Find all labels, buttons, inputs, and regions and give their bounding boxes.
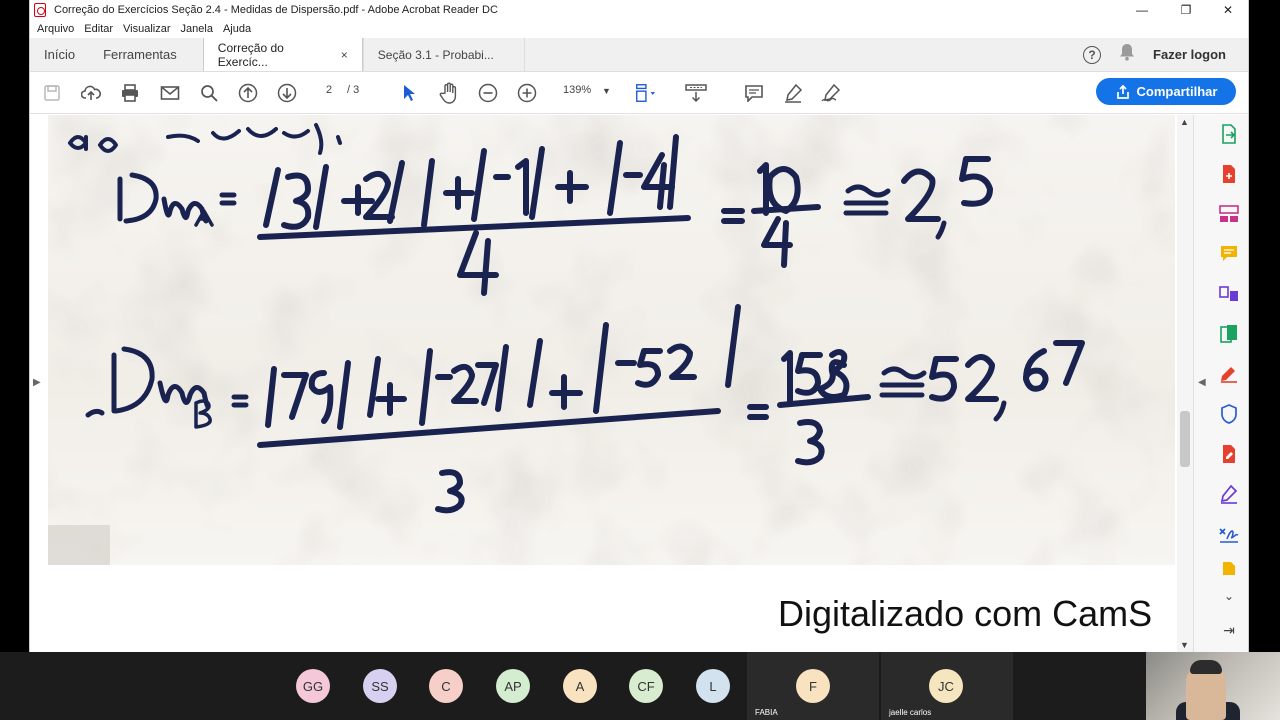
- doc-tab-active[interactable]: Correção do Exercíc... ×: [202, 38, 363, 71]
- scanned-handwritten-image: [48, 115, 1175, 565]
- page-total: / 3: [347, 84, 360, 96]
- acrobat-window: Correção do Exercícios Seção 2.4 - Medid…: [29, 0, 1249, 652]
- fill-sign-icon[interactable]: [820, 82, 842, 104]
- help-icon[interactable]: ?: [1083, 45, 1102, 64]
- search-icon[interactable]: [198, 82, 220, 104]
- avatar: C: [429, 669, 463, 703]
- zoom-in-icon[interactable]: [516, 82, 538, 104]
- combine-files-icon[interactable]: [1218, 283, 1240, 305]
- page-number-input[interactable]: 2: [326, 84, 332, 96]
- expand-left-panel-icon[interactable]: ▶: [33, 377, 41, 388]
- bell-icon[interactable]: [1119, 43, 1135, 66]
- participant-name: jaelle carlos: [889, 708, 932, 717]
- tabs-bar: Início Ferramentas Correção do Exercíc..…: [30, 38, 1248, 72]
- sign-icon[interactable]: [1218, 523, 1240, 545]
- participant-tile-fabia[interactable]: F FABIA: [747, 652, 879, 720]
- menu-editar[interactable]: Editar: [84, 23, 113, 35]
- participant-tile[interactable]: AP: [480, 652, 546, 720]
- zoom-out-icon[interactable]: [477, 82, 499, 104]
- chevron-down-icon[interactable]: ▼: [602, 86, 611, 96]
- compress-pdf-icon[interactable]: [1218, 323, 1240, 345]
- login-button[interactable]: Fazer logon: [1153, 47, 1226, 62]
- request-signature-icon[interactable]: [1218, 483, 1240, 505]
- participant-tile[interactable]: SS: [346, 652, 412, 720]
- avatar: L: [696, 669, 730, 703]
- print-icon[interactable]: [119, 82, 141, 104]
- previous-page-icon[interactable]: [237, 82, 259, 104]
- tab-home[interactable]: Início: [30, 38, 89, 71]
- header-right: ? Fazer logon: [1083, 38, 1248, 71]
- video-call-strip: GG SS C AP A CF L F FABIA JC jaelle carl…: [0, 652, 1280, 720]
- toolbar: 2 / 3 139% ▼ Compartilhar: [30, 72, 1248, 114]
- scroll-mode-icon[interactable]: [685, 82, 707, 104]
- scroll-up-icon[interactable]: ▲: [1180, 117, 1189, 127]
- menu-janela[interactable]: Janela: [181, 23, 213, 35]
- close-tab-icon[interactable]: ×: [341, 48, 348, 62]
- edit-pdf-icon[interactable]: [1218, 443, 1240, 465]
- hand-tool-icon[interactable]: [438, 82, 460, 104]
- participant-tile[interactable]: A: [546, 652, 612, 720]
- window-title: Correção do Exercícios Seção 2.4 - Medid…: [54, 4, 498, 16]
- participant-tile-jaelle[interactable]: JC jaelle carlos: [881, 652, 1013, 720]
- doc-tab-label: Seção 3.1 - Probabi...: [377, 47, 494, 62]
- save-icon[interactable]: [41, 82, 63, 104]
- chevron-down-icon[interactable]: ⌄: [1218, 585, 1240, 607]
- page-fit-icon[interactable]: [634, 82, 656, 104]
- avatar: AP: [496, 669, 530, 703]
- participant-tile[interactable]: L: [680, 652, 746, 720]
- scrollbar-thumb[interactable]: [1180, 411, 1190, 467]
- share-label: Compartilhar: [1136, 84, 1218, 99]
- doc-tab-label: Correção do Exercíc...: [217, 40, 284, 69]
- upload-cloud-icon[interactable]: [80, 82, 102, 104]
- avatar: A: [563, 669, 597, 703]
- avatar: F: [796, 669, 830, 703]
- more-tools-icon[interactable]: [1218, 561, 1240, 575]
- fill-and-sign-icon[interactable]: [1218, 363, 1240, 385]
- collapse-right-panel-icon[interactable]: ◀: [1198, 377, 1206, 388]
- menu-bar: Arquivo Editar Visualizar Janela Ajuda: [30, 20, 1248, 38]
- zoom-level-select[interactable]: 139%: [563, 84, 591, 96]
- create-pdf-icon[interactable]: [1218, 163, 1240, 185]
- doc-tab-secao-3-1[interactable]: Seção 3.1 - Probabi...: [362, 38, 525, 71]
- document-viewport[interactable]: ▶ Digitalizado com CamS: [30, 115, 1177, 652]
- menu-arquivo[interactable]: Arquivo: [37, 23, 74, 35]
- participant-tile[interactable]: CF: [612, 652, 680, 720]
- right-tools-panel: ◀ ⌄ ⇥: [1193, 115, 1248, 652]
- organize-pages-icon[interactable]: [1218, 203, 1240, 225]
- presenter-camera-tile[interactable]: [1146, 652, 1280, 720]
- next-page-icon[interactable]: [276, 82, 298, 104]
- expand-panel-icon[interactable]: ⇥: [1218, 619, 1240, 641]
- pdf-page: Digitalizado com CamS: [48, 115, 1175, 652]
- maximize-button[interactable]: ❐: [1166, 0, 1206, 20]
- share-button[interactable]: Compartilhar: [1096, 78, 1236, 105]
- camscanner-watermark: Digitalizado com CamS: [778, 593, 1153, 634]
- presenter-hair: [1190, 660, 1222, 674]
- menu-visualizar[interactable]: Visualizar: [123, 23, 171, 35]
- participant-tile[interactable]: C: [412, 652, 480, 720]
- tab-tools[interactable]: Ferramentas: [89, 38, 203, 71]
- participant-tile[interactable]: GG: [280, 652, 346, 720]
- comment-icon[interactable]: [743, 82, 765, 104]
- share-icon: [1116, 84, 1129, 99]
- avatar: CF: [629, 669, 663, 703]
- comment-tool-icon[interactable]: [1218, 243, 1240, 265]
- close-window-button[interactable]: ✕: [1208, 0, 1248, 20]
- menu-ajuda[interactable]: Ajuda: [223, 23, 251, 35]
- export-pdf-icon[interactable]: [1218, 123, 1240, 145]
- select-cursor-icon[interactable]: [398, 82, 420, 104]
- avatar: JC: [929, 669, 963, 703]
- avatar: GG: [296, 669, 330, 703]
- minimize-button[interactable]: —: [1122, 0, 1162, 20]
- acrobat-app-icon: [34, 3, 46, 17]
- protect-shield-icon[interactable]: [1218, 403, 1240, 425]
- email-icon[interactable]: [159, 82, 181, 104]
- scroll-down-icon[interactable]: ▼: [1180, 640, 1189, 650]
- highlight-pen-icon[interactable]: [782, 82, 804, 104]
- avatar: SS: [363, 669, 397, 703]
- title-bar: Correção do Exercícios Seção 2.4 - Medid…: [30, 0, 1248, 20]
- vertical-scrollbar[interactable]: ▲ ▼: [1177, 115, 1193, 652]
- participant-name: FABIA: [755, 708, 778, 717]
